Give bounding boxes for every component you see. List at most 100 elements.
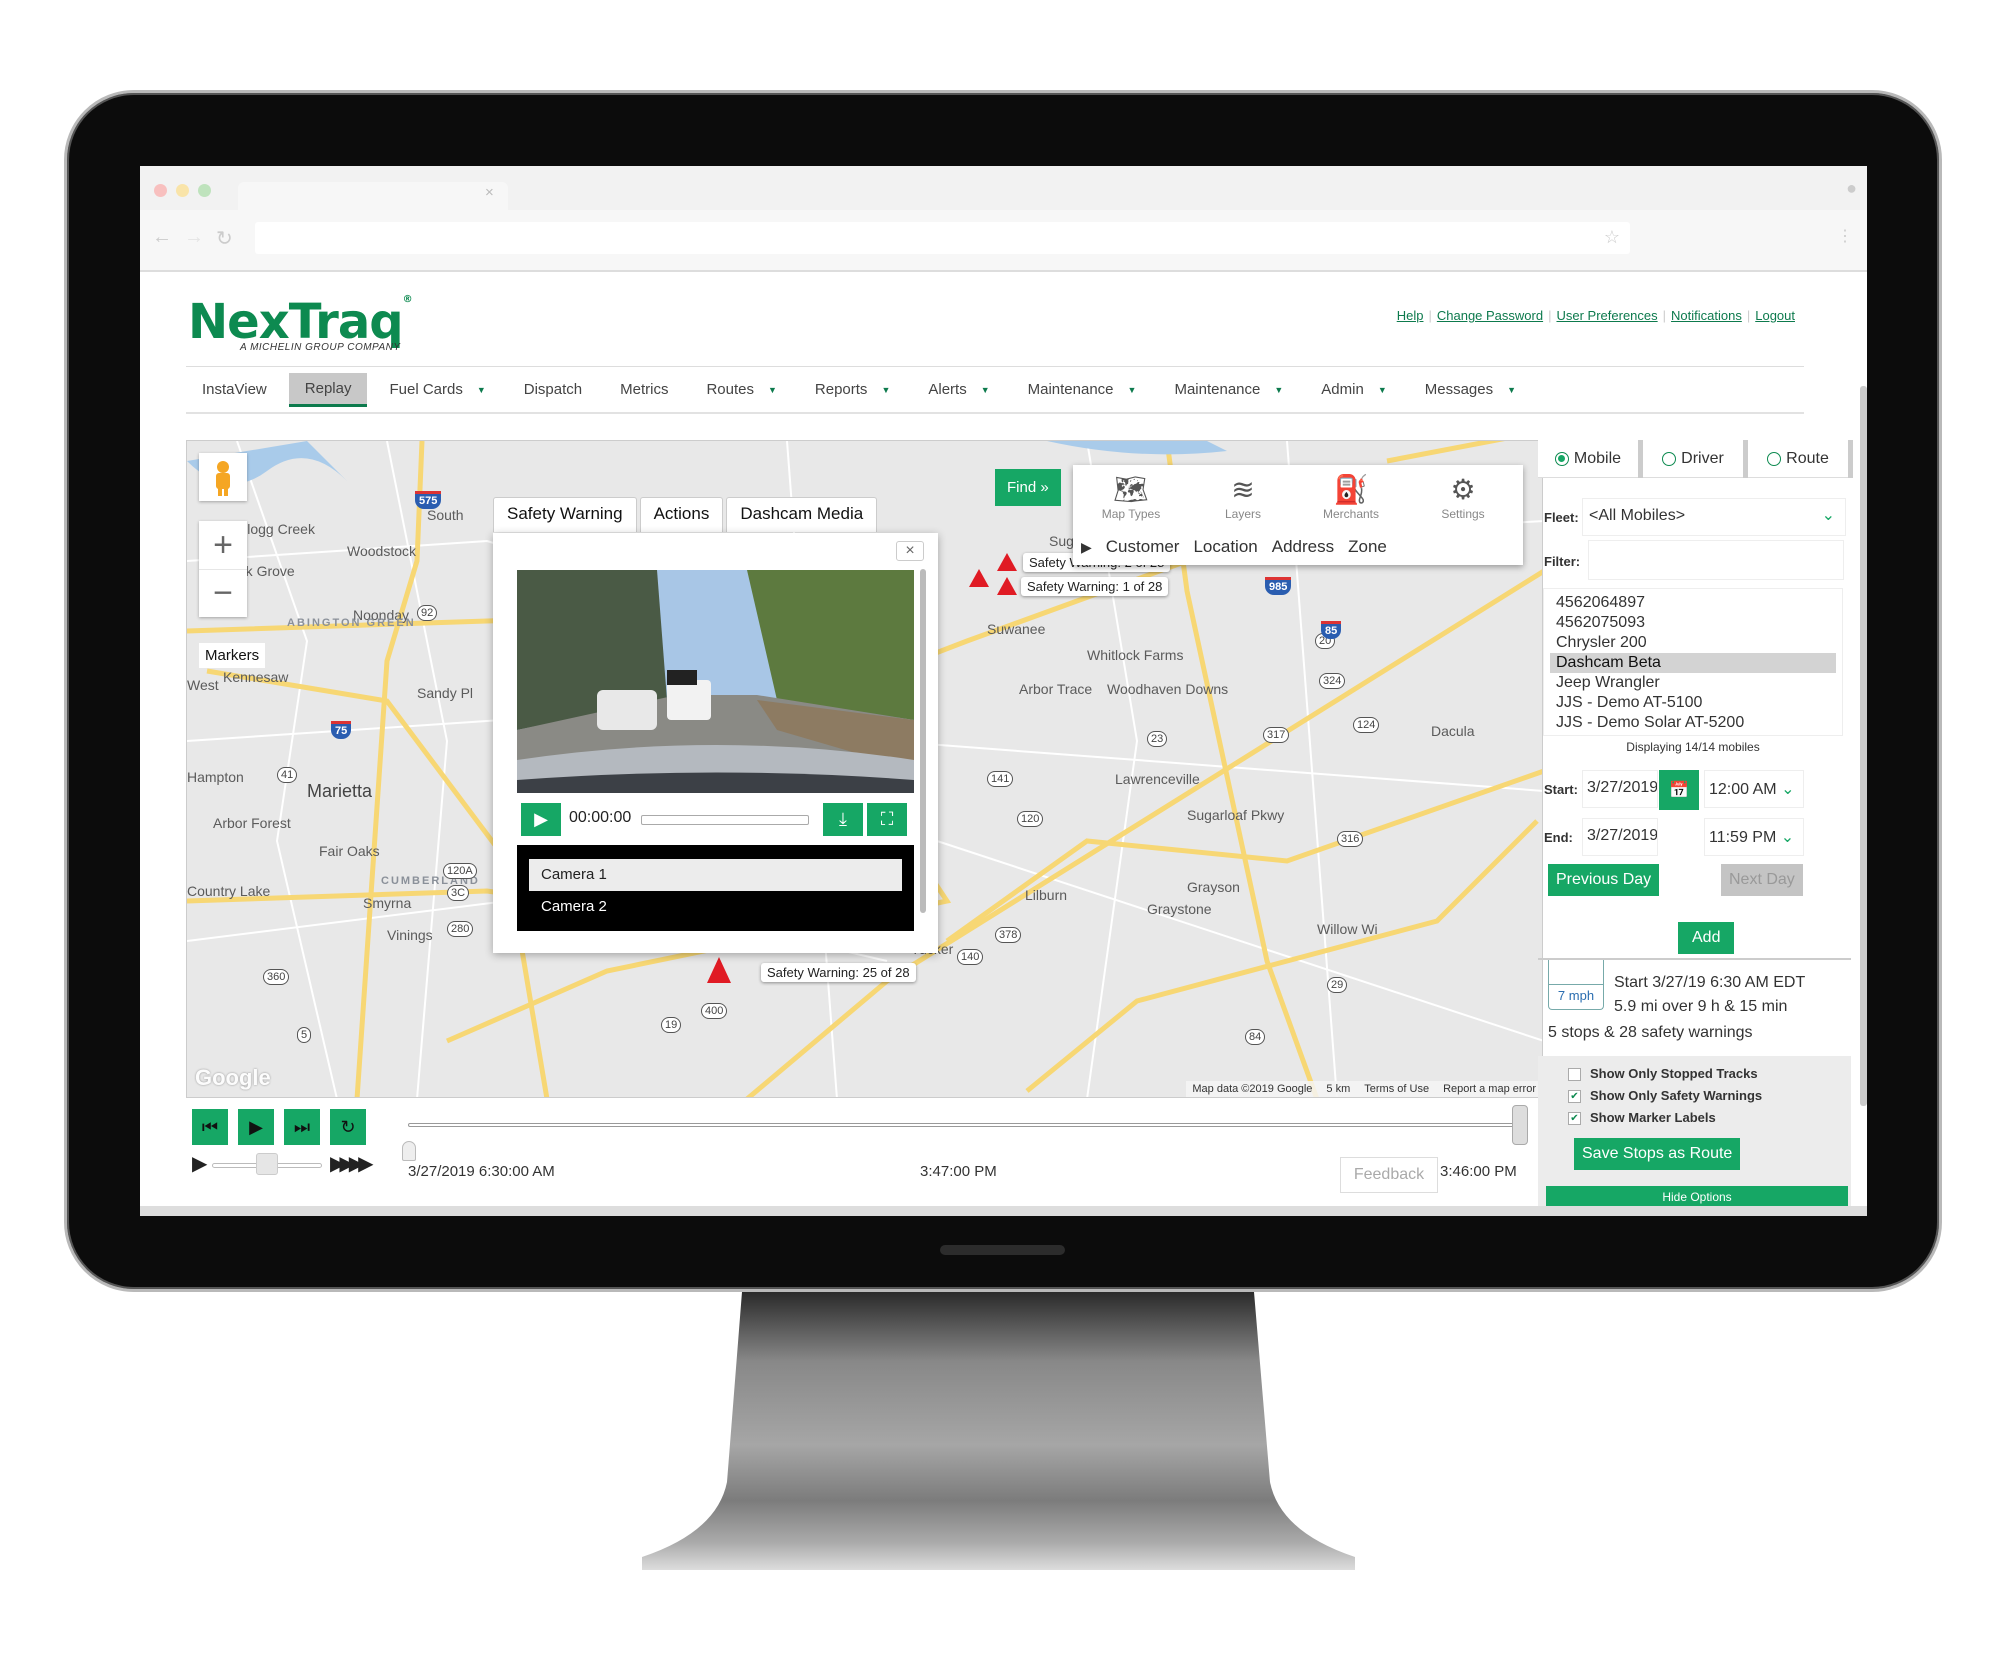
mobile-list-item[interactable]: Jeep Wrangler	[1550, 673, 1836, 693]
close-icon[interactable]: ×	[896, 541, 924, 561]
caret-down-icon[interactable]: ▼	[981, 385, 990, 395]
map-attribution-link[interactable]: Terms of Use	[1364, 1083, 1429, 1095]
menu-item-maintenance[interactable]: Maintenance ▼	[1012, 373, 1153, 407]
mobile-list[interactable]: 4562064897 4562075093 Chrysler 200 Dashcam …	[1543, 588, 1843, 736]
zoom-out-button[interactable]: −	[199, 569, 247, 617]
mode-tab-route[interactable]: Route	[1748, 440, 1848, 478]
menu-item-messages[interactable]: Messages ▼	[1409, 373, 1532, 407]
map-types-tool[interactable]: 🗺 Map Types	[1081, 473, 1181, 521]
warning-label[interactable]: Safety Warning: 1 of 28	[1021, 577, 1169, 596]
radio-button[interactable]	[1662, 451, 1677, 466]
find-type-address[interactable]: Address	[1272, 537, 1334, 557]
video-play-button[interactable]: ▶	[521, 803, 561, 836]
menu-item-instaview[interactable]: InstaView	[186, 373, 283, 407]
play-arrow-icon[interactable]: ▶	[1081, 539, 1092, 556]
menu-item-reports[interactable]: Reports ▼	[799, 373, 906, 407]
skip-to-end-button[interactable]: ⏭	[284, 1109, 320, 1145]
mode-tab-driver[interactable]: Driver	[1643, 440, 1743, 478]
end-date-input[interactable]: 3/27/2019	[1582, 818, 1658, 856]
mobile-list-item[interactable]: 4562064897	[1550, 593, 1836, 613]
start-date-input[interactable]: 3/27/2019	[1582, 770, 1658, 808]
find-type-location[interactable]: Location	[1193, 537, 1257, 557]
skip-to-start-button[interactable]: ⏮	[192, 1109, 228, 1145]
option-checkbox[interactable]: ✔	[1568, 1112, 1581, 1125]
calendar-button[interactable]: 📅	[1659, 770, 1699, 810]
forward-arrow-icon[interactable]: →	[184, 226, 204, 249]
minimize-window-dot[interactable]	[176, 184, 189, 197]
video-progress-bar[interactable]	[641, 815, 809, 825]
link-logout[interactable]: Logout	[1755, 308, 1795, 323]
find-button[interactable]: Find »	[995, 469, 1061, 506]
browser-tab[interactable]	[238, 182, 508, 210]
warning-marker-icon[interactable]	[997, 553, 1017, 571]
link-notifications[interactable]: Notifications	[1671, 308, 1742, 323]
timeline-start-thumb[interactable]	[402, 1141, 416, 1161]
dashcam-video[interactable]	[517, 570, 914, 793]
camera-option[interactable]: Camera 1	[529, 859, 902, 891]
timeline-end-handle[interactable]	[1512, 1105, 1528, 1145]
menu-item-routes[interactable]: Routes ▼	[690, 373, 792, 407]
link-change-password[interactable]: Change Password	[1437, 308, 1543, 323]
layers-tool[interactable]: ≋ Layers	[1193, 473, 1293, 521]
zoom-in-button[interactable]: +	[199, 521, 247, 569]
link-help[interactable]: Help	[1397, 308, 1424, 323]
replay-button[interactable]: ↻	[330, 1109, 366, 1145]
back-arrow-icon[interactable]: ←	[152, 226, 172, 249]
tab-close-icon[interactable]: ×	[485, 184, 494, 201]
camera-option[interactable]: Camera 2	[529, 891, 902, 923]
fullscreen-button[interactable]: ⛶	[867, 803, 907, 836]
caret-down-icon[interactable]: ▼	[477, 385, 486, 395]
feedback-button[interactable]: Feedback	[1340, 1157, 1438, 1193]
map-attribution-link[interactable]: Report a map error	[1443, 1083, 1536, 1095]
menu-item-replay[interactable]: Replay	[288, 372, 368, 407]
speed-thumb[interactable]	[256, 1153, 278, 1175]
end-time-select[interactable]: 11:59 PM ⌄	[1704, 818, 1804, 856]
option-checkbox[interactable]	[1568, 1068, 1581, 1081]
menu-item-fuel-cards[interactable]: Fuel Cards ▼	[373, 373, 501, 407]
add-button[interactable]: Add	[1678, 922, 1735, 954]
mobile-list-item[interactable]: Chrysler 200	[1550, 633, 1836, 653]
popup-tab-dashcam-media[interactable]: Dashcam Media	[726, 497, 878, 532]
map-view[interactable]: Kellogg Creek Oak Grove Woodstock Noonday AB…	[186, 440, 1543, 1098]
fleet-select[interactable]: <All Mobiles> ⌄	[1582, 498, 1846, 536]
street-view-pegman[interactable]	[199, 453, 247, 501]
page-horizontal-scrollbar[interactable]	[140, 1206, 1867, 1216]
menu-item-alerts[interactable]: Alerts ▼	[912, 373, 1005, 407]
close-window-dot[interactable]	[154, 184, 167, 197]
menu-item-dispatch[interactable]: Dispatch	[508, 373, 598, 407]
profile-icon[interactable]: ●	[1846, 178, 1857, 199]
warning-marker-icon[interactable]	[997, 577, 1017, 595]
speed-slider[interactable]: ▶ ▶▶▶▶	[186, 1151, 376, 1181]
mode-tab-mobile[interactable]: Mobile	[1538, 440, 1638, 478]
kebab-menu-icon[interactable]: ⋮	[1837, 226, 1853, 246]
menu-item-metrics[interactable]: Metrics	[604, 373, 684, 407]
find-type-customer[interactable]: Customer	[1106, 537, 1180, 557]
filter-input[interactable]	[1588, 540, 1844, 580]
caret-down-icon[interactable]: ▼	[1378, 385, 1387, 395]
hide-options-button[interactable]: Hide Options	[1546, 1186, 1848, 1206]
address-bar[interactable]: ☆	[255, 222, 1630, 254]
popup-scrollbar[interactable]	[920, 569, 926, 913]
reload-icon[interactable]: ↻	[216, 226, 233, 251]
warning-marker-icon[interactable]	[707, 957, 731, 983]
link-user-preferences[interactable]: User Preferences	[1556, 308, 1657, 323]
mobile-list-item[interactable]: Dashcam Beta	[1550, 653, 1836, 673]
caret-down-icon[interactable]: ▼	[1128, 385, 1137, 395]
warning-marker-icon[interactable]	[969, 569, 989, 587]
caret-down-icon[interactable]: ▼	[768, 385, 777, 395]
merchants-tool[interactable]: ⛽ Merchants	[1301, 473, 1401, 521]
option-checkbox[interactable]: ✔	[1568, 1090, 1581, 1103]
start-time-select[interactable]: 12:00 AM ⌄	[1704, 770, 1804, 808]
play-button[interactable]: ▶	[238, 1109, 274, 1145]
caret-down-icon[interactable]: ▼	[1274, 385, 1283, 395]
star-icon[interactable]: ☆	[1604, 227, 1620, 248]
popup-tab-safety-warning[interactable]: Safety Warning	[493, 497, 637, 532]
mobile-list-item[interactable]: JJS - Demo AT-5100	[1550, 693, 1836, 713]
radio-button[interactable]	[1767, 451, 1782, 466]
save-stops-as-route-button[interactable]: Save Stops as Route	[1574, 1138, 1741, 1170]
find-type-zone[interactable]: Zone	[1348, 537, 1387, 557]
page-vertical-scrollbar[interactable]	[1860, 386, 1867, 1106]
radio-button[interactable]	[1554, 451, 1569, 466]
download-button[interactable]: ⤓	[823, 803, 863, 836]
settings-tool[interactable]: ⚙ Settings	[1413, 473, 1513, 521]
